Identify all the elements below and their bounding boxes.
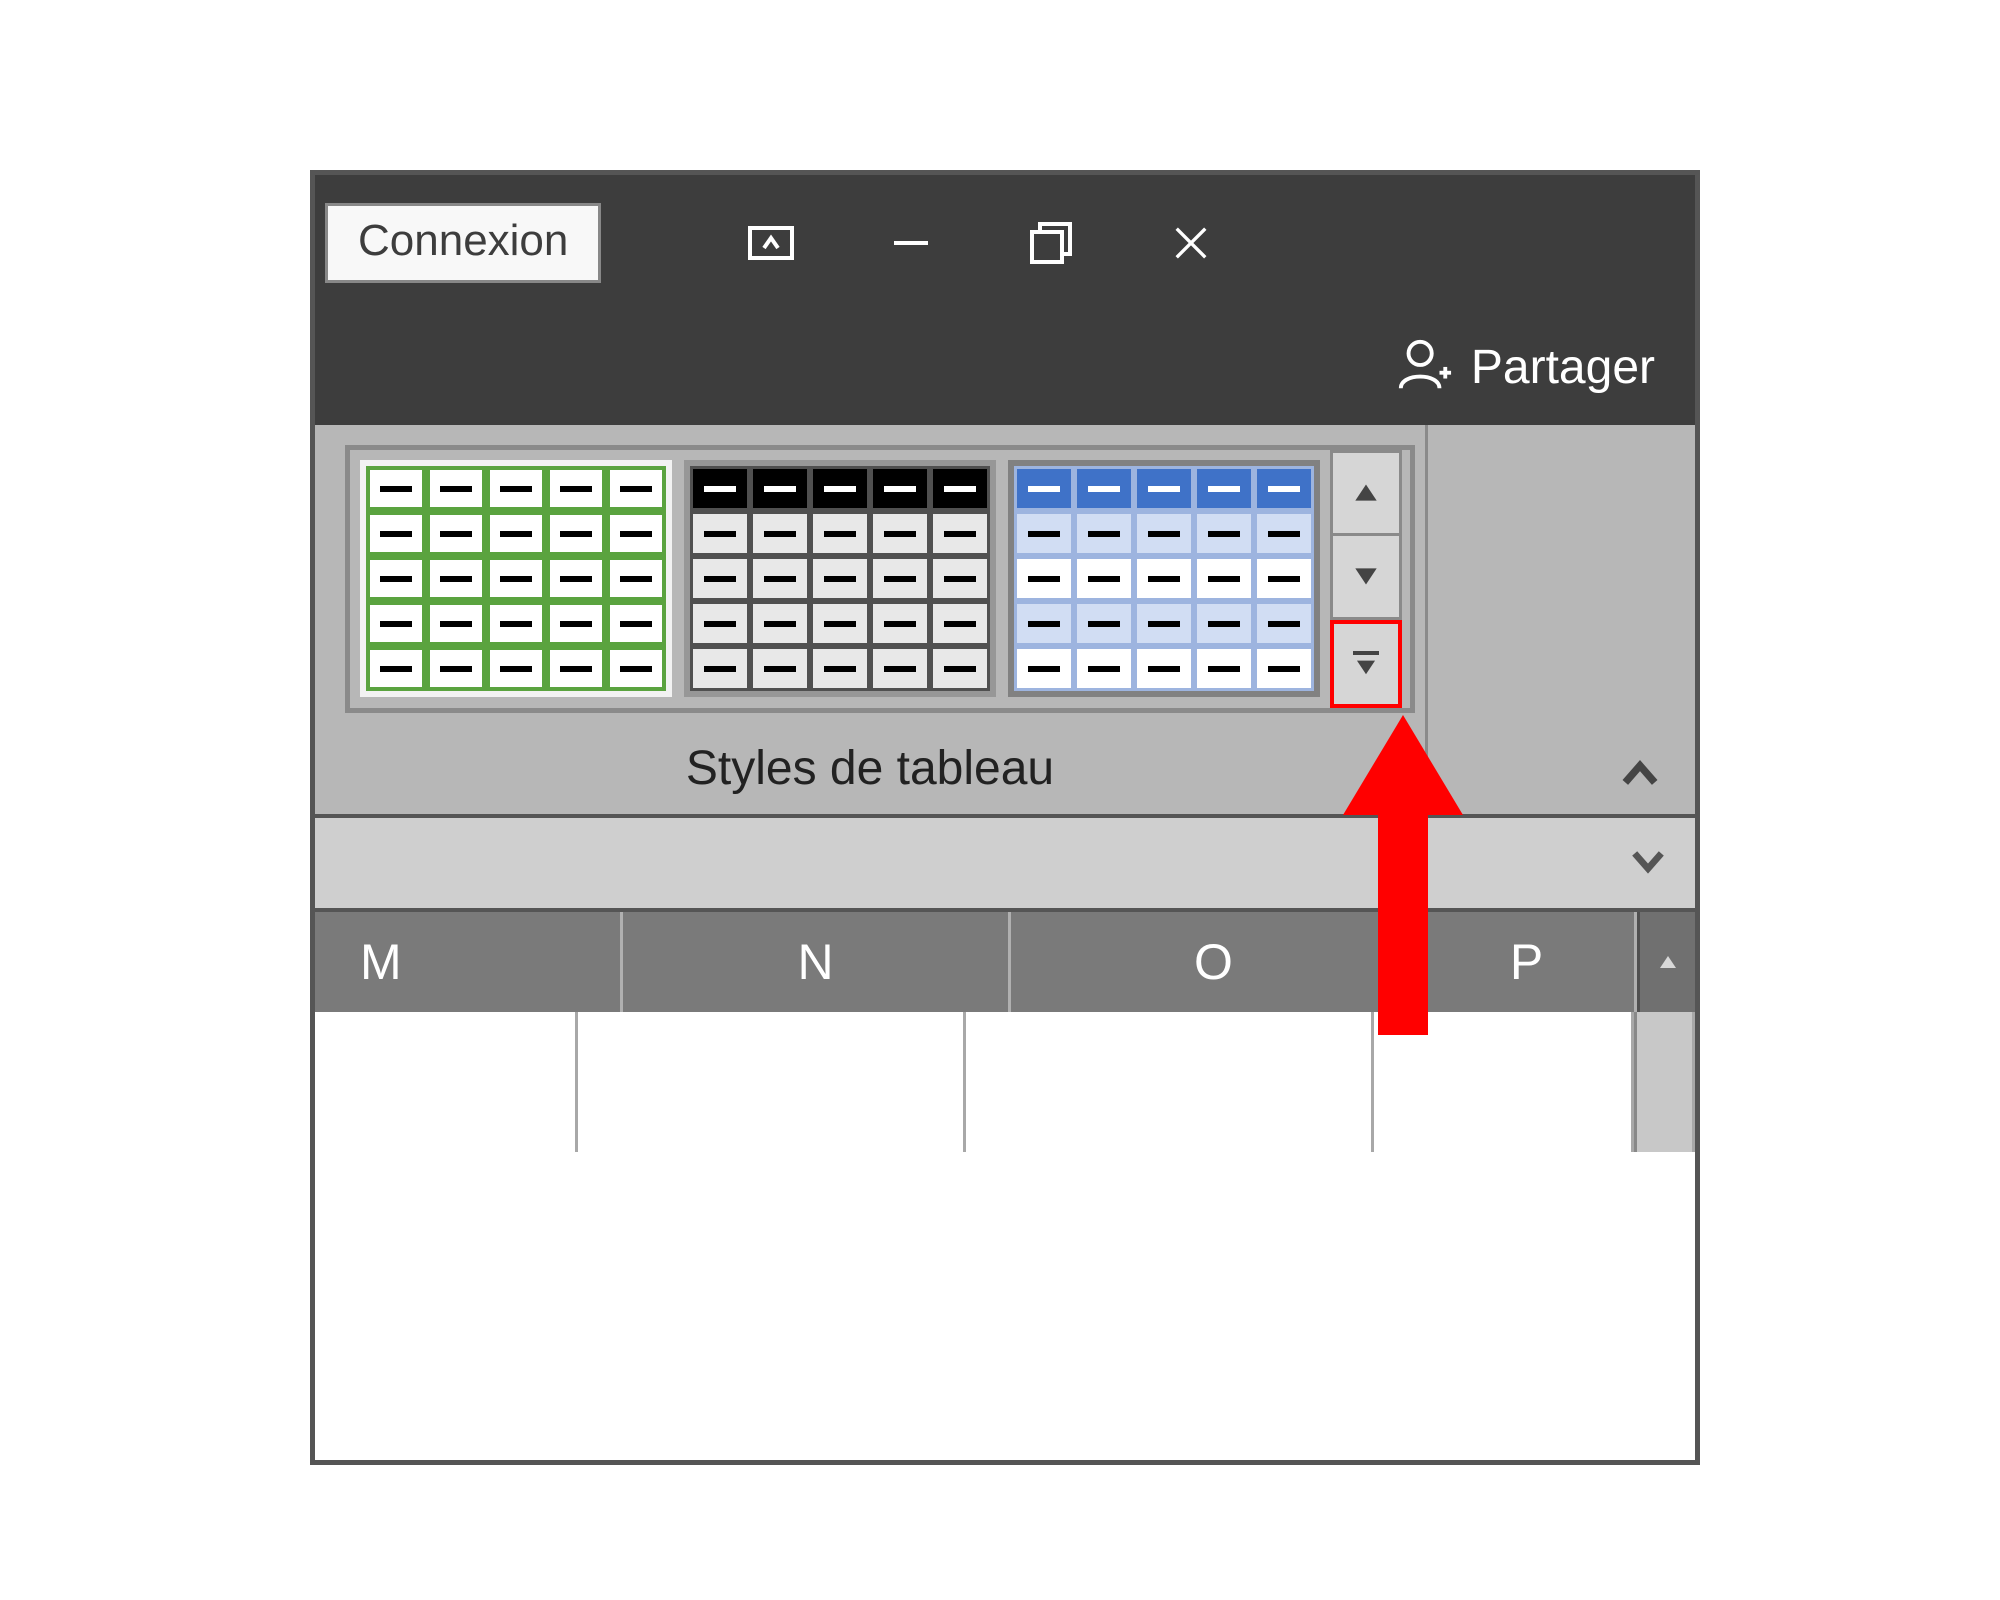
table-style-black-header[interactable] [684,460,996,697]
table-styles-group: Styles de tableau [315,425,1428,814]
cell[interactable] [1374,1012,1634,1152]
ribbon-display-options-button[interactable] [711,175,831,310]
table-styles-nav [1330,450,1402,708]
minimize-button[interactable] [851,175,971,310]
vertical-scrollbar-track[interactable] [1634,1012,1695,1152]
gallery-more-styles-button[interactable] [1330,620,1402,708]
share-row: Partager [315,310,1695,425]
share-person-icon [1395,336,1453,399]
vertical-scrollbar-up-button[interactable] [1637,912,1695,1012]
table-style-green[interactable] [360,460,672,697]
collapse-ribbon-button[interactable] [1610,744,1670,804]
column-header-p[interactable]: P [1419,912,1637,1012]
table-style-blue-banded[interactable] [1008,460,1320,697]
column-header-m[interactable]: M [315,912,623,1012]
maximize-restore-button[interactable] [991,175,1111,310]
cell[interactable] [315,1012,578,1152]
cell[interactable] [966,1012,1374,1152]
sign-in-button[interactable]: Connexion [325,203,601,283]
table-styles-gallery [345,445,1415,713]
column-header-n[interactable]: N [623,912,1011,1012]
gallery-scroll-down-button[interactable] [1330,536,1402,619]
column-headers: M N O P [315,912,1695,1012]
titlebar: Connexion [315,175,1695,310]
grid-cells-row [315,1012,1695,1152]
gallery-scroll-up-button[interactable] [1330,450,1402,536]
cell[interactable] [578,1012,966,1152]
excel-app-window: Connexion Partager [310,170,1700,1465]
ribbon-group-label: Styles de tableau [315,713,1425,814]
expand-formula-bar-button[interactable] [1625,838,1670,883]
close-button[interactable] [1131,175,1251,310]
share-button[interactable]: Partager [1471,340,1655,395]
ribbon: Styles de tableau [315,425,1695,814]
column-header-o[interactable]: O [1011,912,1419,1012]
formula-bar-area [315,814,1695,912]
